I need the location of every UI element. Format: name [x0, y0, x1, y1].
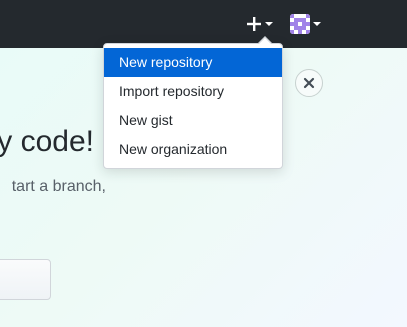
hero-action-button[interactable] [0, 259, 51, 300]
chevron-down-icon [313, 22, 321, 26]
top-navigation-bar [0, 0, 407, 48]
user-menu-toggle[interactable] [290, 12, 326, 36]
menu-item-new-gist[interactable]: New gist [104, 106, 282, 135]
dismiss-hero-button[interactable] [295, 69, 323, 97]
chevron-down-icon [265, 22, 273, 26]
hero-description-text: tart a branch, [11, 178, 106, 195]
plus-icon [247, 17, 261, 31]
close-icon [303, 77, 315, 89]
menu-item-new-organization[interactable]: New organization [104, 135, 282, 164]
menu-item-import-repository[interactable]: Import repository [104, 77, 282, 106]
create-new-dropdown-toggle[interactable] [246, 12, 278, 36]
create-new-menu: New repository Import repository New gis… [103, 36, 283, 169]
hero-title-text: y code! [0, 125, 94, 158]
avatar [290, 14, 310, 34]
menu-item-new-repository[interactable]: New repository [104, 48, 282, 77]
identicon-avatar-icon [290, 14, 310, 34]
